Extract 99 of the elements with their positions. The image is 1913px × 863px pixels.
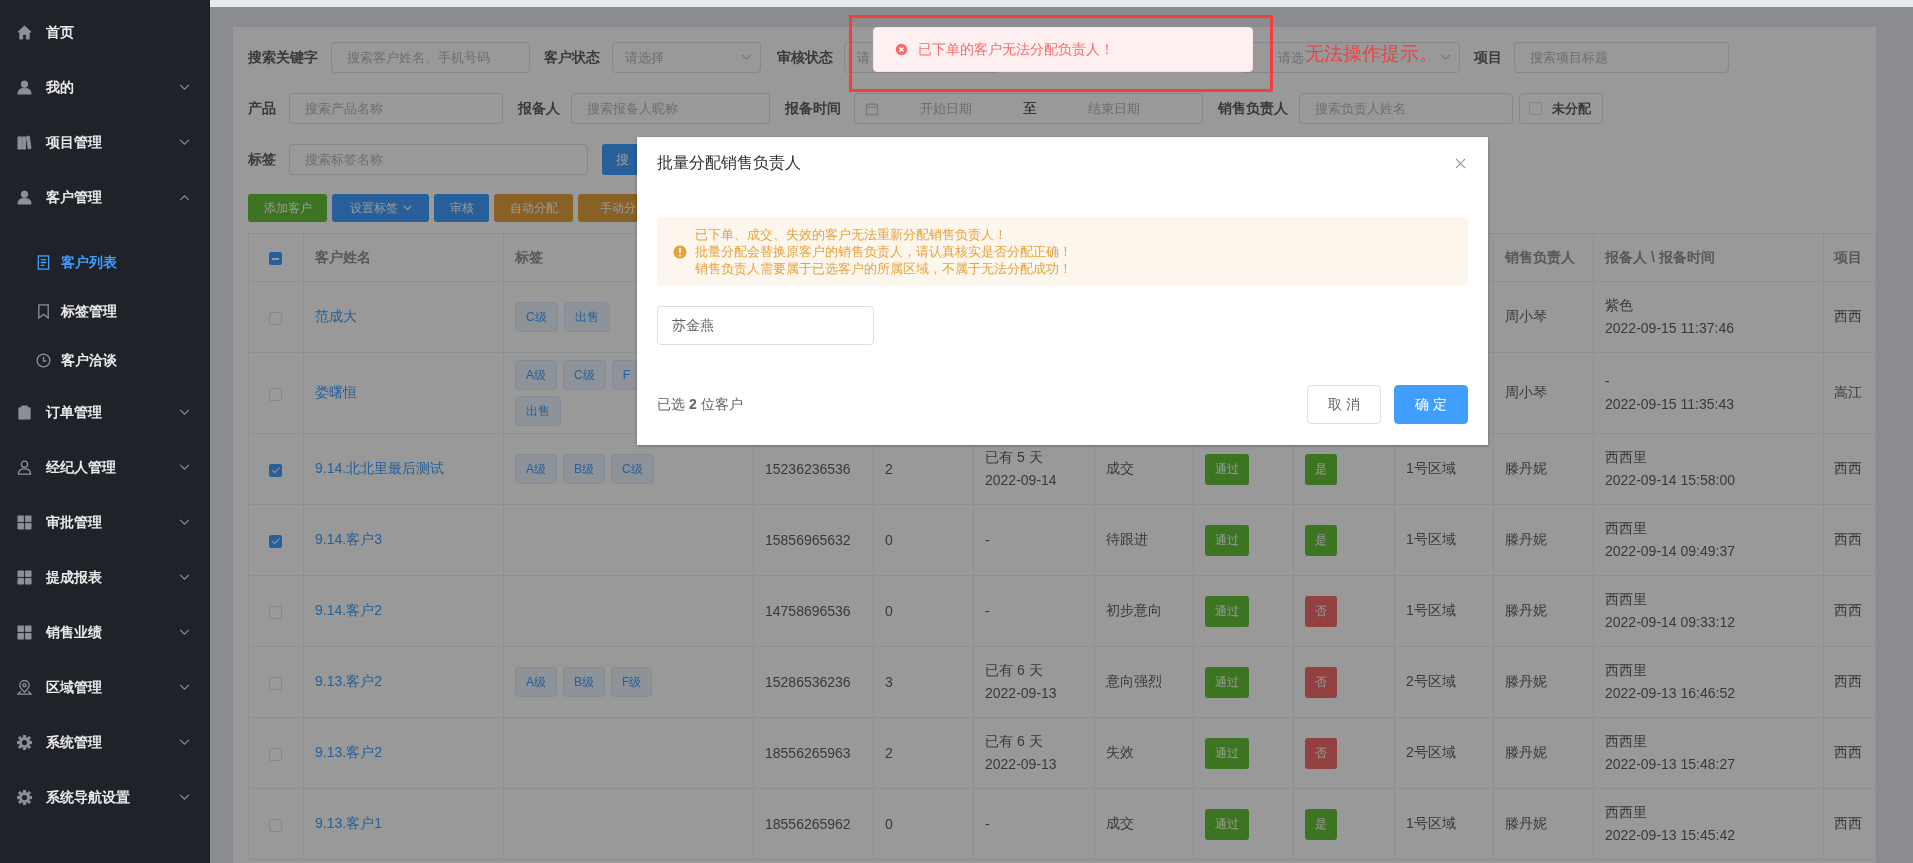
filter-label: 产品 [248, 99, 277, 118]
tag: A级 [515, 454, 557, 484]
region-text: 1号区域 [1406, 460, 1456, 476]
reporter-text: 西西里 2022-09-13 16:46:52 [1605, 661, 1735, 703]
phone-number: 15286536236 [765, 674, 851, 690]
tag: A级 [515, 667, 557, 697]
warning-text: 批量分配会替换原客户的销售负责人，请认真核实是否分配正确！ [695, 243, 1072, 260]
project-text: 西西 [1834, 815, 1862, 831]
tag: C级 [563, 360, 606, 390]
tag: C级 [515, 302, 558, 332]
filter-label: 项目 [1474, 48, 1503, 67]
reporter-text: 西西里 2022-09-13 15:48:27 [1605, 732, 1735, 774]
status-badge: 否 [1305, 737, 1337, 769]
column-header: 项目 [1834, 248, 1862, 265]
reporter-text: 西西里 2022-09-14 09:33:12 [1605, 590, 1735, 632]
customer-status: 意向强烈 [1106, 673, 1162, 689]
filter-label: 搜索关键字 [248, 48, 319, 67]
status-badge: 否 [1305, 666, 1337, 698]
salesperson-text: 周小琴 [1505, 384, 1547, 400]
follow-up-text: - [985, 814, 990, 834]
project-text: 西西 [1834, 744, 1862, 760]
phone-number: 18556265963 [765, 745, 851, 761]
phone-number: 15856965632 [765, 532, 851, 548]
tag: F级 [611, 667, 653, 697]
audit-badge: 通过 [1205, 524, 1249, 556]
range-separator: 至 [1022, 99, 1038, 118]
customer-status: 初步意向 [1106, 602, 1162, 618]
follow-up-text: - [985, 601, 990, 621]
reporter-text: - 2022-09-15 11:35:43 [1605, 372, 1734, 414]
region-text: 2号区域 [1406, 673, 1456, 689]
tag: A级 [515, 360, 557, 390]
phone-number: 15236236536 [765, 461, 851, 477]
audit-badge: 通过 [1205, 808, 1249, 840]
status-badge: 是 [1305, 808, 1337, 840]
salesperson-text: 滕丹妮 [1505, 531, 1547, 547]
customer-status: 成交 [1106, 815, 1134, 831]
project-text: 西西 [1834, 673, 1862, 689]
audit-badge: 通过 [1205, 666, 1249, 698]
phone-number: 14758696536 [765, 603, 851, 619]
audit-badge: 通过 [1205, 737, 1249, 769]
count-text: 2 [885, 745, 893, 761]
column-header: 标签 [515, 248, 543, 265]
tag: B级 [563, 667, 606, 697]
customer-status: 待跟进 [1106, 531, 1148, 547]
follow-up-text: 已有 6 天 2022-09-13 [985, 661, 1057, 703]
annotation-text: 无法操作提示。 [1305, 42, 1438, 66]
salesperson-text: 滕丹妮 [1505, 815, 1547, 831]
count-text: 0 [885, 532, 893, 548]
salesperson-text: 周小琴 [1505, 308, 1547, 324]
column-header: 销售负责人 [1505, 248, 1575, 265]
region-text: 1号区域 [1406, 602, 1456, 618]
filter-label: 审核状态 [777, 48, 834, 67]
tag: B级 [563, 454, 606, 484]
column-header: 报备人 \ 报备时间 [1605, 248, 1715, 265]
count-text: 0 [885, 816, 893, 832]
follow-up-text: - [985, 530, 990, 550]
project-text: 西西 [1834, 308, 1862, 324]
filter-label: 报备人 [518, 99, 561, 118]
count-text: 2 [885, 461, 893, 477]
customer-status: 成交 [1106, 460, 1134, 476]
salesperson-text: 滕丹妮 [1505, 673, 1547, 689]
status-badge: 是 [1305, 524, 1337, 556]
region-text: 1号区域 [1406, 815, 1456, 831]
region-text: 1号区域 [1406, 531, 1456, 547]
count-text: 3 [885, 674, 893, 690]
salesperson-text: 滕丹妮 [1505, 602, 1547, 618]
tag: 出售 [515, 396, 561, 426]
status-badge: 否 [1305, 595, 1337, 627]
selection-count: 已选 2 位客户 [657, 395, 743, 414]
salesperson-text: 滕丹妮 [1505, 744, 1547, 760]
audit-badge: 通过 [1205, 453, 1249, 485]
filter-label: 标签 [248, 150, 277, 169]
customer-status: 失效 [1106, 744, 1134, 760]
column-header: 客户姓名 [315, 248, 371, 265]
project-text: 西西 [1834, 531, 1862, 547]
region-text: 2号区域 [1406, 744, 1456, 760]
filter-label: 销售负责人 [1218, 99, 1289, 118]
filter-label: 报备时间 [785, 99, 842, 118]
reporter-text: 西西里 2022-09-14 09:49:37 [1605, 519, 1735, 561]
status-badge: 是 [1305, 453, 1337, 485]
dialog-title: 批量分配销售负责人 [657, 152, 801, 173]
warning-text: 已下单、成交、失效的客户无法重新分配销售负责人！ [695, 226, 1008, 243]
reporter-text: 紫色 2022-09-15 11:37:46 [1605, 296, 1734, 338]
follow-up-text: 已有 6 天 2022-09-13 [985, 732, 1057, 774]
count-text: 0 [885, 603, 893, 619]
phone-number: 18556265962 [765, 816, 851, 832]
tag: C级 [611, 454, 654, 484]
audit-badge: 通过 [1205, 595, 1249, 627]
follow-up-text: 已有 5 天 2022-09-14 [985, 448, 1057, 490]
project-text: 嵩江 [1834, 384, 1862, 400]
toast-message: 已下单的客户无法分配负责人！ [918, 40, 1114, 59]
reporter-text: 西西里 2022-09-13 15:45:42 [1605, 803, 1735, 845]
project-text: 西西 [1834, 602, 1862, 618]
warning-text: 销售负责人需要属于已选客户的所属区域，不属于无法分配成功！ [695, 260, 1072, 277]
tag: 出售 [563, 302, 610, 332]
project-text: 西西 [1834, 460, 1862, 476]
salesperson-text: 滕丹妮 [1505, 460, 1547, 476]
reporter-text: 西西里 2022-09-14 15:58:00 [1605, 448, 1735, 490]
filter-label: 客户状态 [544, 48, 601, 67]
